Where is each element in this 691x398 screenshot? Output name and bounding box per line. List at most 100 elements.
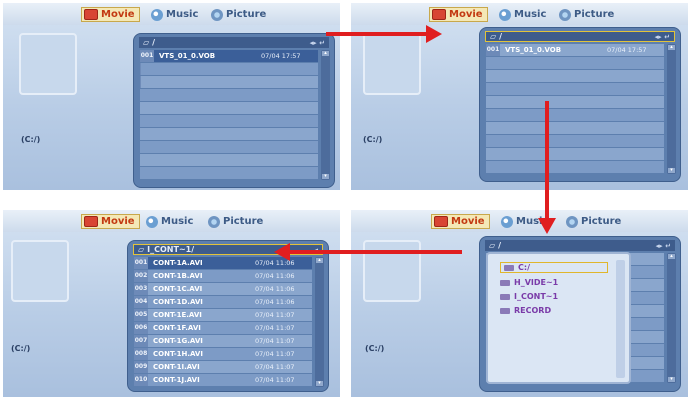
arrow-down: [545, 101, 549, 219]
scroll-up-icon[interactable]: ▴: [322, 51, 329, 56]
tab-music[interactable]: Music: [151, 7, 198, 22]
drive-label: (C:/): [21, 135, 41, 144]
folder-icon: ▱: [138, 245, 145, 254]
empty-row: [140, 128, 318, 140]
scroll-up-icon[interactable]: ▴: [316, 258, 323, 263]
picture-icon: [566, 215, 578, 228]
drive-label: (C:/): [363, 135, 383, 144]
arrow-left-head: [274, 243, 290, 261]
list-item[interactable]: 007 CONT-1G.AVI 07/04 11:07: [134, 335, 312, 347]
tab-movie[interactable]: Movie: [429, 7, 488, 22]
file-rows: 001 CONT-1A.AVI 07/04 11:06 002 CONT-1B.AVI 0…: [134, 257, 312, 387]
scrollbar[interactable]: ▴ ▾: [321, 50, 330, 180]
empty-row: [486, 161, 664, 173]
music-icon: [499, 8, 511, 21]
path-bar[interactable]: ▱ / ◂▸ ↵: [485, 240, 675, 251]
scrollbar[interactable]: ▴ ▾: [315, 257, 324, 387]
path-bar[interactable]: ▱ / ◂▸ ↵: [139, 37, 329, 48]
popup-item-record[interactable]: RECORD: [500, 306, 551, 315]
file-rows: 001 VTS_01_0.VOB 07/04 17:57: [486, 44, 664, 174]
arrow-right: [326, 32, 428, 36]
picture-icon: [208, 215, 220, 228]
folder-icon: [500, 293, 510, 300]
scroll-up-icon[interactable]: ▴: [668, 45, 675, 50]
list-item[interactable]: 009 CONT-1I.AVI 07/04 11:07: [134, 361, 312, 373]
empty-row: [486, 96, 664, 108]
popup-scrollbar[interactable]: [616, 260, 625, 378]
tab-music[interactable]: Music: [499, 7, 546, 22]
popup-item-i-cont[interactable]: I_CONT~1: [500, 292, 558, 301]
list-item[interactable]: 001 VTS_01_0.VOB 07/04 17:57: [486, 44, 664, 56]
music-icon: [146, 215, 158, 228]
empty-row: [140, 102, 318, 114]
music-icon: [501, 215, 513, 228]
list-item[interactable]: 008 CONT-1H.AVI 07/04 11:07: [134, 348, 312, 360]
empty-row: [140, 76, 318, 88]
drive-select-popup: C:/ H_VIDE~1 I_CONT~1 RECORD: [486, 252, 631, 384]
empty-row: [140, 63, 318, 75]
scrollbar[interactable]: ▴ ▾: [667, 253, 676, 383]
scroll-down-icon[interactable]: ▾: [316, 381, 323, 386]
list-item[interactable]: 006 CONT-1F.AVI 07/04 11:07: [134, 322, 312, 334]
arrow-down-head: [538, 218, 556, 234]
tab-picture[interactable]: Picture: [566, 214, 621, 229]
list-item[interactable]: 001 VTS_01_0.VOB 07/04 17:57: [140, 50, 318, 62]
file-list: ▱ / ◂▸ ↵ 001 VTS_01_0.VOB 07/04 17:57 ▴ …: [133, 33, 335, 188]
nav-arrows[interactable]: ◂▸ ↵: [656, 242, 671, 250]
media-tab-bar: Movie Music Picture: [351, 210, 688, 232]
empty-row: [486, 122, 664, 134]
drive-label: (C:/): [365, 344, 385, 353]
preview-thumbnail: [11, 240, 69, 302]
nav-arrows[interactable]: ◂▸ ↵: [655, 33, 670, 41]
empty-row: [140, 154, 318, 166]
tab-movie[interactable]: Movie: [431, 214, 490, 229]
empty-row: [140, 141, 318, 153]
file-list: ▱ / ◂▸ ↵ 001 VTS_01_0.VOB 07/04 17:57 ▴ …: [479, 27, 681, 182]
media-tab-bar: Movie Music Picture: [3, 210, 340, 232]
list-item[interactable]: 002 CONT-1B.AVI 07/04 11:06: [134, 270, 312, 282]
scrollbar[interactable]: ▴ ▾: [667, 44, 676, 174]
tab-movie[interactable]: Movie: [81, 7, 140, 22]
tab-picture[interactable]: Picture: [559, 7, 614, 22]
arrow-right-head: [426, 25, 442, 43]
arrow-left: [290, 250, 462, 254]
screen-1: Movie Music Picture (C:/) ▱ / ◂▸ ↵ 001 V…: [3, 3, 340, 190]
screen-4: Movie Music Picture (C:/) ▱ I_CONT~1/ ◂ …: [3, 210, 340, 397]
list-item[interactable]: 010 CONT-1J.AVI 07/04 11:07: [134, 374, 312, 386]
folder-icon: [500, 307, 510, 314]
empty-row: [486, 57, 664, 69]
movie-icon: [432, 9, 446, 20]
list-item[interactable]: 004 CONT-1D.AVI 07/04 11:06: [134, 296, 312, 308]
scroll-up-icon[interactable]: ▴: [668, 254, 675, 259]
drive-label: (C:/): [11, 344, 31, 353]
tab-movie[interactable]: Movie: [81, 214, 140, 229]
file-list: ▱ I_CONT~1/ ◂ 001CONT-1A.AVI07/04 11:060…: [127, 240, 329, 392]
scroll-down-icon[interactable]: ▾: [668, 168, 675, 173]
picture-icon: [211, 8, 223, 21]
list-item[interactable]: 003 CONT-1C.AVI 07/04 11:06: [134, 283, 312, 295]
tab-picture[interactable]: Picture: [208, 214, 263, 229]
file-rows: 001 VTS_01_0.VOB 07/04 17:57: [140, 50, 318, 180]
empty-row: [140, 167, 318, 179]
popup-item-c[interactable]: C:/: [500, 262, 608, 273]
music-icon: [151, 8, 163, 21]
popup-item-h-vide[interactable]: H_VIDE~1: [500, 278, 558, 287]
tab-picture[interactable]: Picture: [211, 7, 266, 22]
list-item[interactable]: 005 CONT-1E.AVI 07/04 11:07: [134, 309, 312, 321]
movie-icon: [84, 9, 98, 20]
empty-row: [486, 148, 664, 160]
nav-arrows[interactable]: ◂▸ ↵: [310, 39, 325, 47]
folder-icon: ▱: [489, 241, 496, 250]
empty-row: [140, 115, 318, 127]
picture-icon: [559, 8, 571, 21]
folder-icon: ▱: [143, 38, 150, 47]
tab-music[interactable]: Music: [146, 214, 193, 229]
scroll-down-icon[interactable]: ▾: [668, 377, 675, 382]
empty-row: [486, 70, 664, 82]
folder-icon: [504, 264, 514, 271]
scroll-down-icon[interactable]: ▾: [322, 174, 329, 179]
path-bar[interactable]: ▱ / ◂▸ ↵: [485, 31, 675, 42]
media-tab-bar: Movie Music Picture: [3, 3, 340, 25]
folder-icon: [500, 279, 510, 286]
empty-row: [140, 89, 318, 101]
